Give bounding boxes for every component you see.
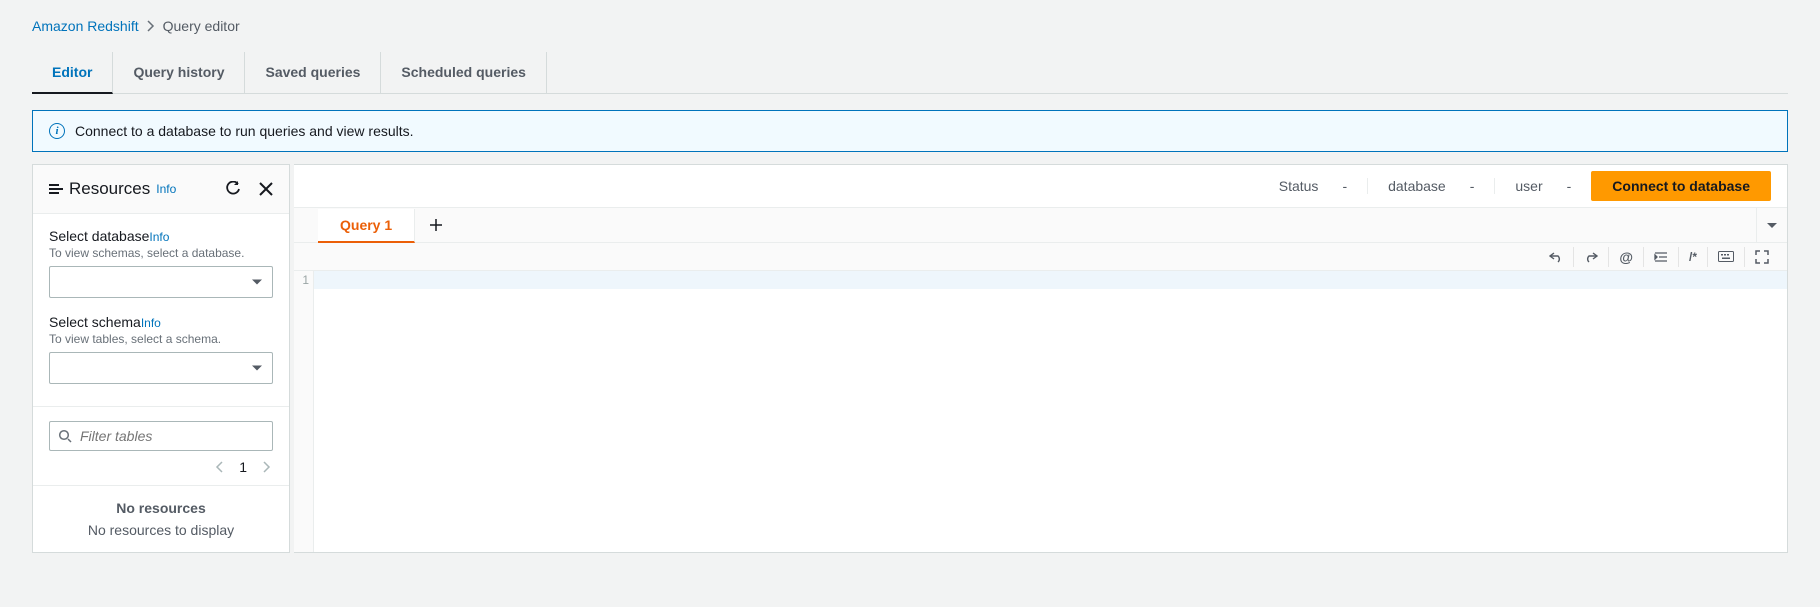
info-icon: i: [49, 123, 65, 139]
database-value: -: [1470, 178, 1475, 194]
select-schema-dropdown[interactable]: [49, 352, 273, 384]
main-tabs: Editor Query history Saved queries Sched…: [32, 52, 1788, 94]
breadcrumb: Amazon Redshift Query editor: [32, 0, 1788, 52]
no-resources-sub: No resources to display: [49, 522, 273, 538]
undo-button[interactable]: [1539, 247, 1573, 267]
refresh-icon[interactable]: [225, 181, 241, 197]
pager-page: 1: [239, 459, 247, 475]
fullscreen-button[interactable]: [1744, 247, 1779, 267]
alert-message: Connect to a database to run queries and…: [75, 123, 414, 139]
indent-button[interactable]: [1643, 247, 1678, 267]
no-resources-title: No resources: [49, 500, 273, 516]
filter-tables-input[interactable]: [78, 427, 264, 445]
search-icon: [58, 429, 72, 443]
line-gutter: 1: [294, 271, 314, 552]
user-value: -: [1567, 178, 1572, 194]
select-database-label: Select database: [49, 228, 149, 244]
connect-to-database-button[interactable]: Connect to database: [1591, 171, 1771, 201]
close-icon[interactable]: [259, 182, 273, 196]
redo-button[interactable]: [1573, 247, 1608, 267]
select-database-info[interactable]: Info: [149, 230, 169, 244]
keyboard-button[interactable]: [1707, 247, 1744, 267]
pager: 1: [49, 459, 273, 475]
at-button[interactable]: @: [1608, 247, 1643, 267]
resources-title: Resources: [69, 179, 150, 199]
tab-editor[interactable]: Editor: [32, 52, 113, 94]
user-label: user: [1515, 178, 1542, 194]
filter-tables-field[interactable]: [49, 421, 273, 451]
pager-prev[interactable]: [215, 461, 223, 473]
query-tab-bar: Query 1: [294, 208, 1787, 243]
main-panel: Status - database - user - Connect to da…: [294, 164, 1788, 553]
status-label: Status: [1279, 178, 1319, 194]
add-tab-button[interactable]: [415, 210, 457, 240]
editor-toolbar: @ /*: [294, 243, 1787, 271]
select-schema-info[interactable]: Info: [141, 316, 161, 330]
chevron-right-icon: [147, 20, 155, 32]
info-alert: i Connect to a database to run queries a…: [32, 110, 1788, 152]
select-database-desc: To view schemas, select a database.: [49, 246, 273, 260]
select-schema-label: Select schema: [49, 314, 141, 330]
tab-query-history[interactable]: Query history: [113, 52, 245, 93]
resources-sidebar: Resources Info Select databaseInfo To vi…: [32, 164, 290, 553]
database-label: database: [1388, 178, 1446, 194]
select-schema-desc: To view tables, select a schema.: [49, 332, 273, 346]
breadcrumb-current: Query editor: [163, 18, 240, 34]
select-database-dropdown[interactable]: [49, 266, 273, 298]
tab-scheduled-queries[interactable]: Scheduled queries: [381, 52, 546, 93]
pager-next[interactable]: [263, 461, 271, 473]
tab-options-button[interactable]: [1756, 208, 1787, 242]
active-line: [314, 271, 1787, 289]
breadcrumb-root[interactable]: Amazon Redshift: [32, 18, 139, 34]
comment-button[interactable]: /*: [1678, 247, 1707, 267]
code-editor[interactable]: 1: [294, 271, 1787, 552]
line-number-1: 1: [294, 273, 309, 287]
editor-body[interactable]: [314, 271, 1787, 552]
query-tab-1[interactable]: Query 1: [318, 209, 415, 243]
resources-info-link[interactable]: Info: [156, 182, 176, 196]
resources-icon: [49, 184, 63, 194]
tab-saved-queries[interactable]: Saved queries: [245, 52, 381, 93]
status-value: -: [1342, 178, 1347, 194]
caret-down-icon: [1767, 223, 1777, 228]
connection-status-bar: Status - database - user - Connect to da…: [294, 165, 1787, 208]
